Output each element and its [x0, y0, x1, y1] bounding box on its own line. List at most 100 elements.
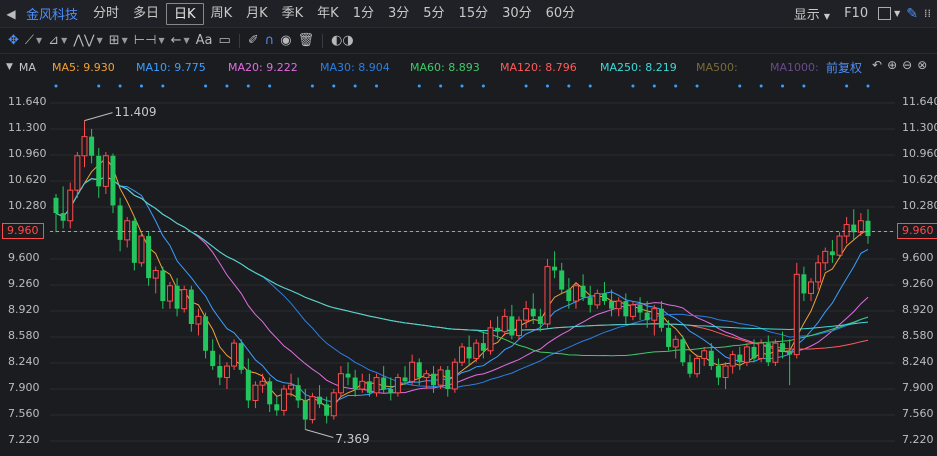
- ma-value: MA30: 8.904: [320, 61, 390, 74]
- y-tick-left: 7.560: [8, 407, 40, 420]
- grid-icon[interactable]: ⁞⁞: [924, 7, 931, 20]
- candle-body-down: [552, 266, 558, 271]
- candle-body-down: [238, 343, 244, 370]
- fib-tool-icon[interactable]: ⊞ ▼: [109, 31, 128, 51]
- period-tab[interactable]: 15分: [452, 3, 496, 25]
- y-tick-left: 10.280: [8, 199, 47, 212]
- y-tick-right: 8.240: [902, 355, 934, 368]
- event-marker: [631, 84, 635, 88]
- undo-icon[interactable]: ↶: [872, 58, 882, 72]
- low-price-label: 7.369: [335, 431, 370, 446]
- high-leader-line: [84, 112, 113, 122]
- magnet-icon[interactable]: ∩: [265, 31, 275, 51]
- f10-button[interactable]: F10: [840, 6, 872, 21]
- period-tab[interactable]: 多日: [126, 3, 166, 25]
- candle-body-up: [138, 235, 145, 264]
- period-tab[interactable]: 季K: [275, 3, 311, 25]
- y-tick-right: 7.560: [902, 407, 934, 420]
- brush-icon[interactable]: ✐: [248, 31, 259, 51]
- wave-tool-icon[interactable]: ⋀⋁ ▼: [73, 31, 102, 51]
- display-dropdown[interactable]: 显示 ▼: [790, 4, 834, 23]
- event-marker: [738, 84, 742, 88]
- event-marker: [545, 84, 549, 88]
- period-tabs: 分时 多日 日K 周K 月K 季K 年K 1分 3分 5分 15分 30分 60分: [86, 2, 583, 25]
- candle-body-up: [572, 285, 579, 302]
- line-tool-icon[interactable]: ⟋ ▼: [25, 31, 42, 51]
- y-tick-left: 10.960: [8, 147, 47, 160]
- close-icon[interactable]: ⊗: [917, 58, 927, 72]
- event-marker: [246, 84, 250, 88]
- candle-body-down: [715, 366, 721, 378]
- minus-icon[interactable]: ⊖: [902, 58, 912, 72]
- candle-body-down: [53, 197, 59, 214]
- candle-body-down: [295, 385, 301, 401]
- candle-body-up: [822, 250, 829, 264]
- event-marker: [588, 84, 592, 88]
- pen-icon[interactable]: ✎: [906, 6, 918, 22]
- candle-body-up: [337, 373, 344, 394]
- comment-icon[interactable]: ▭: [219, 31, 231, 51]
- period-tab[interactable]: 周K: [204, 3, 240, 25]
- layout-dropdown[interactable]: ▼: [878, 7, 900, 20]
- period-tab[interactable]: 30分: [495, 3, 539, 25]
- y-tick-left: 8.580: [8, 329, 40, 342]
- ma-label[interactable]: MA: [19, 61, 53, 74]
- y-tick-right: 10.960: [902, 147, 937, 160]
- plus-icon[interactable]: ⊕: [887, 58, 897, 72]
- ma-line-60: [55, 176, 869, 357]
- eye-icon[interactable]: ◉: [280, 31, 291, 51]
- period-tab[interactable]: 3分: [381, 3, 416, 25]
- candle-body-down: [537, 316, 543, 324]
- candle-body-down: [480, 343, 486, 351]
- candle-body-down: [865, 220, 871, 237]
- text-tool-icon[interactable]: Aa: [196, 31, 213, 51]
- separator: [322, 33, 324, 48]
- candle-body-down: [780, 343, 786, 351]
- ma-value: MA20: 9.222: [228, 61, 298, 74]
- ma-value: MA10: 9.775: [136, 61, 206, 74]
- candle-body-down: [217, 366, 223, 378]
- y-tick-right: 9.260: [902, 277, 934, 290]
- candle-body-up: [473, 342, 480, 359]
- candle-body-down: [466, 346, 472, 359]
- candle-body-up: [743, 346, 750, 363]
- period-tab[interactable]: 分时: [86, 3, 126, 25]
- move-cross-icon[interactable]: ✥: [8, 31, 19, 51]
- stock-name[interactable]: 金风科技: [22, 4, 86, 23]
- y-tick-left: 11.300: [8, 121, 47, 134]
- period-tab[interactable]: 60分: [539, 3, 583, 25]
- candle-body-up: [672, 338, 679, 348]
- candle-body-up: [815, 262, 822, 283]
- candle-body-down: [366, 381, 372, 393]
- ma-value: MA1000:: [770, 61, 819, 74]
- event-marker: [759, 84, 763, 88]
- candle-body-down: [302, 400, 308, 420]
- candle-body-down: [317, 396, 323, 405]
- back-arrow-icon[interactable]: ◀: [0, 0, 22, 28]
- period-tab[interactable]: 1分: [346, 3, 381, 25]
- candle-body-down: [274, 404, 280, 411]
- period-tab[interactable]: 日K: [166, 2, 204, 25]
- period-tab[interactable]: 月K: [239, 3, 275, 25]
- channel-tool-icon[interactable]: ⊿ ▼: [48, 31, 67, 51]
- trash-icon[interactable]: 🗑: [298, 31, 315, 51]
- candle-body-up: [231, 342, 238, 367]
- candle-body-up: [252, 384, 259, 401]
- event-marker: [118, 84, 122, 88]
- arrow-tool-icon[interactable]: ← ▼: [171, 31, 190, 51]
- toggle-icon[interactable]: ◐◑: [331, 31, 354, 51]
- period-tab[interactable]: 年K: [310, 3, 346, 25]
- candle-body-down: [680, 339, 686, 363]
- period-tab[interactable]: 5分: [416, 3, 451, 25]
- y-tick-right: 10.620: [902, 173, 937, 186]
- measure-tool-icon[interactable]: ⊢⊣ ▼: [134, 31, 165, 51]
- candle-body-down: [601, 293, 607, 302]
- event-marker: [268, 84, 272, 88]
- candle-body-up: [451, 361, 458, 390]
- kline-chart[interactable]: [0, 79, 937, 456]
- collapse-triangle-icon[interactable]: ▼: [0, 62, 19, 72]
- restore-rights-button[interactable]: 前复权: [826, 59, 862, 76]
- candle-body-up: [836, 235, 843, 256]
- candle-body-up: [694, 357, 701, 375]
- ma-value: MA60: 8.893: [410, 61, 480, 74]
